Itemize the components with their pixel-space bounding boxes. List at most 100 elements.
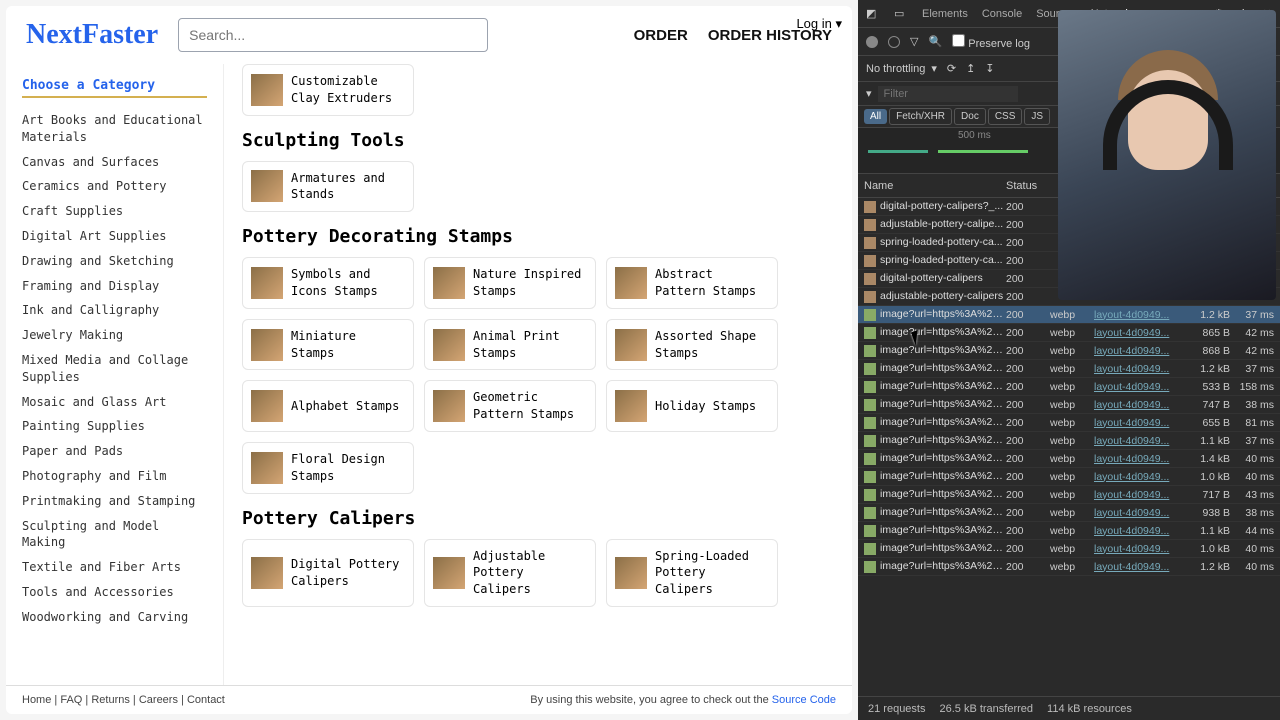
clear-icon[interactable] — [888, 36, 900, 48]
product-label: Armatures and Stands — [291, 170, 405, 204]
product-card[interactable]: Customizable Clay Extruders — [242, 64, 414, 116]
product-card[interactable]: Geometric Pattern Stamps — [424, 380, 596, 432]
file-icon — [864, 417, 876, 429]
wifi-icon[interactable]: ⟳ — [947, 62, 956, 75]
product-card[interactable]: Holiday Stamps — [606, 380, 778, 432]
sidebar-item-16[interactable]: Textile and Fiber Arts — [22, 555, 207, 580]
product-card[interactable]: Spring-Loaded Pottery Calipers — [606, 539, 778, 607]
file-icon — [864, 453, 876, 465]
sidebar-item-9[interactable]: Mixed Media and Collage Supplies — [22, 348, 207, 390]
product-label: Symbols and Icons Stamps — [291, 266, 405, 300]
filter-input[interactable] — [878, 86, 1018, 102]
col-name[interactable]: Name — [858, 180, 1006, 192]
product-thumb — [251, 170, 283, 202]
brand-logo[interactable]: NextFaster — [26, 19, 158, 51]
product-thumb — [615, 390, 647, 422]
network-row[interactable]: image?url=https%3A%2F...200webplayout-4d… — [858, 540, 1280, 558]
file-icon — [864, 507, 876, 519]
product-card[interactable]: Adjustable Pottery Calipers — [424, 539, 596, 607]
product-card[interactable]: Miniature Stamps — [242, 319, 414, 371]
product-card[interactable]: Nature Inspired Stamps — [424, 257, 596, 309]
product-card[interactable]: Armatures and Stands — [242, 161, 414, 213]
sidebar-item-13[interactable]: Photography and Film — [22, 464, 207, 489]
network-row[interactable]: image?url=https%3A%2F...200webplayout-4d… — [858, 360, 1280, 378]
sidebar-item-17[interactable]: Tools and Accessories — [22, 580, 207, 605]
download-icon[interactable]: ↧ — [985, 62, 994, 75]
file-icon — [864, 345, 876, 357]
sidebar-item-8[interactable]: Jewelry Making — [22, 323, 207, 348]
network-row[interactable]: image?url=https%3A%2F...200webplayout-4d… — [858, 306, 1280, 324]
network-row[interactable]: image?url=https%3A%2F...200webplayout-4d… — [858, 504, 1280, 522]
type-js[interactable]: JS — [1024, 108, 1050, 125]
footer-link-contact[interactable]: Contact — [187, 694, 225, 706]
network-row[interactable]: image?url=https%3A%2F...200webplayout-4d… — [858, 558, 1280, 576]
sidebar-item-4[interactable]: Digital Art Supplies — [22, 224, 207, 249]
sidebar-item-0[interactable]: Art Books and Educational Materials — [22, 108, 207, 150]
sidebar-title: Choose a Category — [22, 78, 207, 98]
sidebar-item-5[interactable]: Drawing and Sketching — [22, 249, 207, 274]
type-fetch[interactable]: Fetch/XHR — [889, 108, 952, 125]
device-icon[interactable]: ▭ — [894, 7, 908, 21]
sidebar-item-12[interactable]: Paper and Pads — [22, 439, 207, 464]
file-icon — [864, 471, 876, 483]
network-row[interactable]: image?url=https%3A%2F...200webplayout-4d… — [858, 522, 1280, 540]
inspect-icon[interactable]: ◩ — [866, 7, 880, 21]
sidebar-item-3[interactable]: Craft Supplies — [22, 199, 207, 224]
sidebar-item-14[interactable]: Printmaking and Stamping — [22, 489, 207, 514]
product-label: Nature Inspired Stamps — [473, 266, 587, 300]
sidebar-item-2[interactable]: Ceramics and Pottery — [22, 174, 207, 199]
network-row[interactable]: image?url=https%3A%2F...200webplayout-4d… — [858, 414, 1280, 432]
upload-icon[interactable]: ↥ — [966, 62, 975, 75]
sidebar-item-18[interactable]: Woodworking and Carving — [22, 605, 207, 630]
login-link[interactable]: Log in ▾ — [796, 16, 842, 32]
product-label: Adjustable Pottery Calipers — [473, 548, 587, 598]
sidebar-item-1[interactable]: Canvas and Surfaces — [22, 150, 207, 175]
product-label: Holiday Stamps — [655, 398, 756, 415]
product-card[interactable]: Assorted Shape Stamps — [606, 319, 778, 371]
filter-icon[interactable]: ▽ — [910, 35, 918, 48]
sidebar-item-7[interactable]: Ink and Calligraphy — [22, 298, 207, 323]
network-row[interactable]: image?url=https%3A%2F...200webplayout-4d… — [858, 396, 1280, 414]
col-status[interactable]: Status — [1006, 180, 1050, 192]
type-css[interactable]: CSS — [988, 108, 1023, 125]
category-sidebar: Choose a Category Art Books and Educatio… — [6, 64, 224, 685]
product-card[interactable]: Digital Pottery Calipers — [242, 539, 414, 607]
network-row[interactable]: image?url=https%3A%2F...200webplayout-4d… — [858, 378, 1280, 396]
product-card[interactable]: Alphabet Stamps — [242, 380, 414, 432]
network-row[interactable]: image?url=https%3A%2F...200webplayout-4d… — [858, 486, 1280, 504]
product-card[interactable]: Abstract Pattern Stamps — [606, 257, 778, 309]
product-card[interactable]: Symbols and Icons Stamps — [242, 257, 414, 309]
product-label: Floral Design Stamps — [291, 451, 405, 485]
timeline-label: 500 ms — [958, 130, 991, 141]
network-row[interactable]: image?url=https%3A%2F...200webplayout-4d… — [858, 450, 1280, 468]
network-row[interactable]: image?url=https%3A%2F...200webplayout-4d… — [858, 468, 1280, 486]
search-input[interactable] — [178, 18, 488, 52]
type-all[interactable]: All — [864, 109, 887, 124]
order-link[interactable]: ORDER — [634, 27, 688, 44]
product-card[interactable]: Animal Print Stamps — [424, 319, 596, 371]
throttling-select[interactable]: No throttling ▾ — [866, 62, 937, 75]
sidebar-item-11[interactable]: Painting Supplies — [22, 414, 207, 439]
filter-toggle-icon[interactable]: ▾ — [866, 87, 872, 100]
footer-link-home[interactable]: Home — [22, 694, 51, 706]
network-row[interactable]: image?url=https%3A%2F...200webplayout-4d… — [858, 432, 1280, 450]
sidebar-item-15[interactable]: Sculpting and Model Making — [22, 514, 207, 556]
tab-elements[interactable]: Elements — [922, 8, 968, 20]
type-doc[interactable]: Doc — [954, 108, 986, 125]
search-icon[interactable]: 🔍 — [928, 35, 942, 48]
product-card[interactable]: Floral Design Stamps — [242, 442, 414, 494]
footer-link-faq[interactable]: FAQ — [60, 694, 82, 706]
sidebar-item-6[interactable]: Framing and Display — [22, 274, 207, 299]
footer-link-careers[interactable]: Careers — [139, 694, 178, 706]
sidebar-item-10[interactable]: Mosaic and Glass Art — [22, 390, 207, 415]
source-code-link[interactable]: Source Code — [772, 694, 836, 706]
product-label: Digital Pottery Calipers — [291, 556, 405, 590]
footer-link-returns[interactable]: Returns — [91, 694, 130, 706]
file-icon — [864, 291, 876, 303]
file-icon — [864, 237, 876, 249]
file-icon — [864, 201, 876, 213]
record-icon[interactable] — [866, 36, 878, 48]
preserve-log-checkbox[interactable]: Preserve log — [952, 34, 1030, 50]
product-label: Spring-Loaded Pottery Calipers — [655, 548, 769, 598]
tab-console[interactable]: Console — [982, 8, 1022, 20]
